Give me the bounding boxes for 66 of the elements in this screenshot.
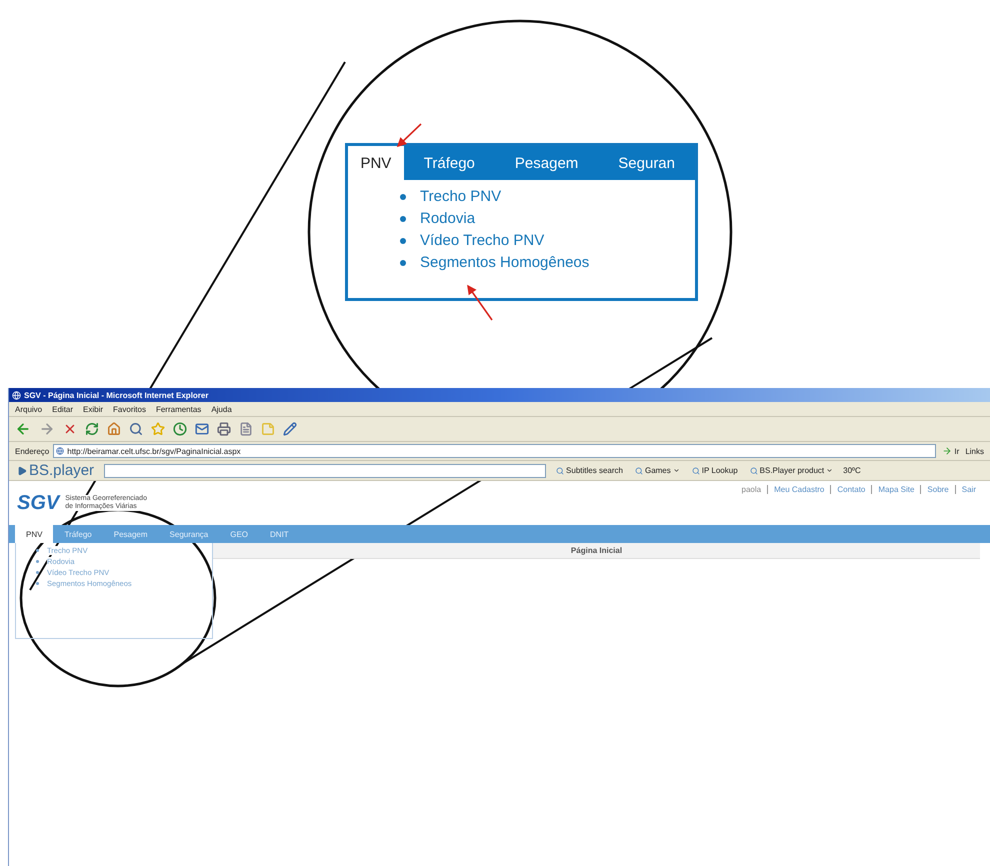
menu-link[interactable]: Rodovia	[420, 210, 476, 227]
bullet-icon	[400, 260, 406, 266]
bullet-icon	[36, 560, 39, 563]
user-name: paola	[742, 485, 762, 494]
menu-item[interactable]: Exibir	[83, 404, 104, 414]
star-icon[interactable]	[151, 422, 165, 436]
header-link[interactable]: Sair	[954, 485, 982, 494]
menu-link[interactable]: Segmentos Homogêneos	[420, 254, 590, 271]
globe-icon	[56, 447, 64, 455]
site-logo: SGV	[17, 492, 60, 514]
menu-item[interactable]: Ajuda	[211, 404, 232, 414]
toolbar-button[interactable]: IP Lookup	[690, 466, 740, 475]
header-link[interactable]: Mapa Site	[871, 485, 920, 494]
bullet-icon	[400, 194, 406, 200]
forward-icon[interactable]	[39, 421, 55, 437]
menu-tab[interactable]: Pesagem	[494, 146, 598, 180]
menu-item[interactable]: Favoritos	[113, 404, 146, 414]
search-icon	[634, 466, 643, 474]
page-title: Página Inicial	[570, 546, 622, 555]
menu-tab[interactable]: Seguran	[598, 146, 695, 180]
search-icon	[692, 466, 700, 474]
player-logo: BS.player	[15, 462, 96, 479]
close-icon[interactable]	[63, 422, 77, 436]
search-icon[interactable]	[129, 422, 143, 436]
header-link[interactable]: Sobre	[920, 485, 955, 494]
go-button[interactable]: Ir	[940, 446, 962, 456]
bullet-icon	[400, 216, 406, 222]
menu-tab[interactable]: Tráfego	[404, 146, 495, 180]
home-icon[interactable]	[107, 422, 121, 436]
clock-icon[interactable]	[173, 422, 187, 436]
toolbar-button[interactable]: Subtitles search	[554, 466, 625, 475]
menu-link[interactable]: Trecho PNV	[420, 188, 502, 205]
pencil-icon[interactable]	[283, 422, 297, 436]
caret-icon	[672, 467, 680, 474]
search-field[interactable]	[104, 464, 546, 478]
menu-link[interactable]: Vídeo Trecho PNV	[420, 232, 544, 249]
pointer-arrow	[467, 284, 493, 320]
back-icon[interactable]	[15, 421, 31, 437]
go-icon	[942, 446, 952, 456]
mail-icon[interactable]	[195, 422, 209, 436]
toolbar-button[interactable]: BS.Player product	[748, 466, 836, 475]
document-icon[interactable]	[239, 422, 253, 436]
window-title: SGV - Página Inicial - Microsoft Internet Explorer	[24, 390, 208, 400]
search-icon	[556, 466, 564, 474]
nav-tab[interactable]: PNV	[15, 525, 54, 543]
weather-reading: 30ºC	[843, 466, 861, 475]
header-link[interactable]: Contato	[830, 485, 872, 494]
address-label: Endereço	[15, 446, 50, 456]
toolbar-button[interactable]: Games	[632, 466, 682, 475]
search-icon	[750, 466, 758, 474]
menu-item[interactable]: Arquivo	[15, 404, 42, 414]
bullet-icon	[36, 549, 39, 552]
pointer-arrow	[396, 123, 422, 148]
globe-icon	[12, 390, 21, 400]
caret-icon	[826, 467, 834, 474]
bullet-icon	[400, 238, 406, 244]
links-button[interactable]: Links	[965, 446, 984, 456]
menu-tab[interactable]: PNV	[348, 146, 404, 180]
refresh-icon[interactable]	[85, 422, 99, 436]
address-field[interactable]: http://beiramar.celt.ufsc.br/sgv/PaginaInicial.aspx	[53, 444, 936, 458]
header-link[interactable]: Meu Cadastro	[767, 485, 830, 494]
menu-item[interactable]: Ferramentas	[156, 404, 202, 414]
menu-item[interactable]: Editar	[52, 404, 74, 414]
printer-icon[interactable]	[217, 422, 231, 436]
bullet-icon	[36, 582, 39, 585]
bullet-icon	[36, 571, 39, 574]
